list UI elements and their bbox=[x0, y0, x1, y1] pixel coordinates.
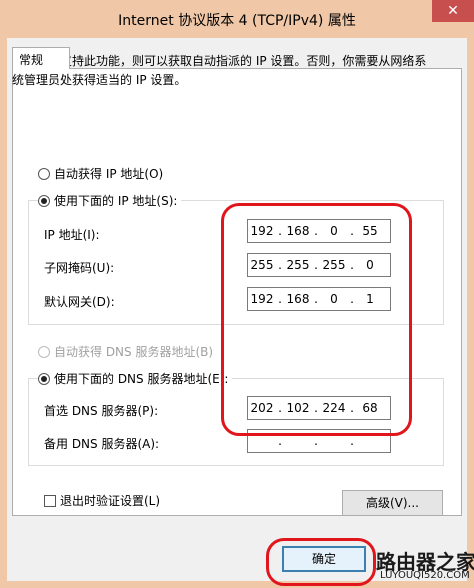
window-title: Internet 协议版本 4 (TCP/IPv4) 属性 bbox=[118, 13, 356, 29]
subnet-mask-octet-4: 0 bbox=[366, 258, 374, 272]
gateway-octet-1: 192 bbox=[250, 292, 274, 306]
close-icon: ✕ bbox=[447, 3, 459, 19]
gateway-octet-2: 168 bbox=[286, 292, 310, 306]
description-text: 如果网络支持此功能，则可以获取自动指派的 IP 设置。否则，你需要从网络系统管理… bbox=[12, 54, 427, 87]
tab-general[interactable]: 常规 bbox=[12, 47, 70, 69]
advanced-button[interactable]: 高级(V)... bbox=[342, 490, 443, 516]
octet-separator: . bbox=[314, 292, 318, 306]
ip-address-octet-2: 168 bbox=[286, 224, 310, 238]
octet-separator: . bbox=[350, 401, 354, 415]
radio-auto-dns-control[interactable] bbox=[38, 346, 50, 358]
preferred-dns-input[interactable]: 202. 102. 224. 68 bbox=[247, 396, 391, 420]
octet-separator: . bbox=[350, 258, 354, 272]
ok-button[interactable]: 确定 bbox=[282, 546, 366, 572]
octet-separator: . bbox=[350, 434, 354, 448]
alternate-dns-input[interactable]: ... bbox=[247, 429, 391, 453]
octet-separator: . bbox=[350, 224, 354, 238]
validate-checkbox-control[interactable] bbox=[44, 495, 56, 507]
ip-address-octet-3: 0 bbox=[330, 224, 338, 238]
preferred-dns-octet-3: 224 bbox=[322, 401, 346, 415]
radio-manual-ip-control[interactable] bbox=[38, 195, 50, 207]
close-button[interactable]: ✕ bbox=[432, 0, 474, 22]
octet-separator: . bbox=[278, 434, 282, 448]
validate-settings-checkbox[interactable]: 退出时验证设置(L) bbox=[44, 492, 160, 509]
octet-separator: . bbox=[278, 401, 282, 415]
preferred-dns-octet-1: 202 bbox=[250, 401, 274, 415]
alternate-dns-label: 备用 DNS 服务器(A): bbox=[44, 437, 160, 451]
ip-address-input[interactable]: 192. 168. 0. 55 bbox=[247, 219, 391, 243]
radio-auto-ip-label: 自动获得 IP 地址(O) bbox=[54, 167, 164, 181]
radio-auto-ip[interactable]: 自动获得 IP 地址(O) bbox=[38, 165, 163, 182]
preferred-dns-octet-2: 102 bbox=[286, 401, 310, 415]
ip-address-label: IP 地址(I): bbox=[44, 228, 100, 242]
subnet-mask-label: 子网掩码(U): bbox=[44, 261, 115, 275]
octet-separator: . bbox=[350, 292, 354, 306]
subnet-mask-octet-2: 255 bbox=[286, 258, 310, 272]
validate-checkbox-label: 退出时验证设置(L) bbox=[60, 494, 161, 508]
subnet-mask-octet-1: 255 bbox=[250, 258, 274, 272]
octet-separator: . bbox=[314, 258, 318, 272]
octet-separator: . bbox=[314, 434, 318, 448]
title-bar: Internet 协议版本 4 (TCP/IPv4) 属性 ✕ bbox=[0, 0, 474, 38]
radio-manual-dns[interactable]: 使用下面的 DNS 服务器地址(E): bbox=[38, 370, 233, 387]
octet-separator: . bbox=[314, 401, 318, 415]
ip-address-octet-1: 192 bbox=[250, 224, 274, 238]
subnet-mask-octet-3: 255 bbox=[322, 258, 346, 272]
octet-separator: . bbox=[278, 224, 282, 238]
gateway-octet-4: 1 bbox=[366, 292, 374, 306]
octet-separator: . bbox=[314, 224, 318, 238]
gateway-octet-3: 0 bbox=[330, 292, 338, 306]
octet-separator: . bbox=[278, 258, 282, 272]
preferred-dns-label: 首选 DNS 服务器(P): bbox=[44, 404, 159, 418]
default-gateway-input[interactable]: 192. 168. 0. 1 bbox=[247, 287, 391, 311]
octet-separator: . bbox=[278, 292, 282, 306]
radio-auto-dns-label: 自动获得 DNS 服务器地址(B) bbox=[54, 345, 214, 359]
radio-manual-dns-control[interactable] bbox=[38, 373, 50, 385]
preferred-dns-octet-4: 68 bbox=[362, 401, 378, 415]
watermark-url: LUYOUQI520.COM bbox=[380, 570, 470, 581]
ip-address-octet-4: 55 bbox=[362, 224, 378, 238]
radio-auto-dns[interactable]: 自动获得 DNS 服务器地址(B) bbox=[38, 343, 213, 360]
radio-manual-dns-label: 使用下面的 DNS 服务器地址(E): bbox=[54, 372, 229, 386]
radio-manual-ip[interactable]: 使用下面的 IP 地址(S): bbox=[38, 192, 182, 209]
radio-manual-ip-label: 使用下面的 IP 地址(S): bbox=[54, 194, 178, 208]
default-gateway-label: 默认网关(D): bbox=[44, 295, 115, 309]
radio-auto-ip-control[interactable] bbox=[38, 168, 50, 180]
subnet-mask-input[interactable]: 255. 255. 255. 0 bbox=[247, 253, 391, 277]
